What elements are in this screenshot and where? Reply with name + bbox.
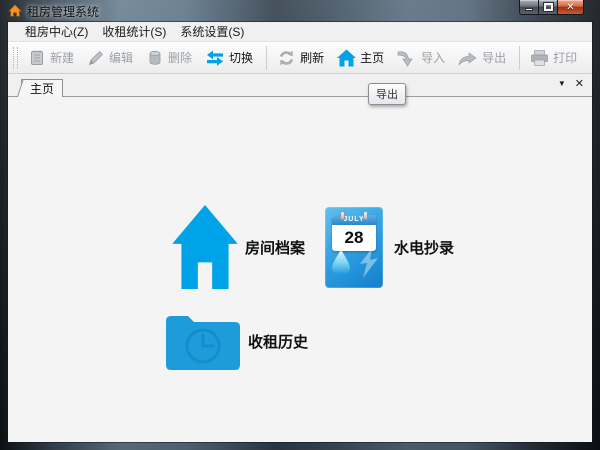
edit-button-label: 编辑 bbox=[109, 51, 134, 65]
import-button-label: 导入 bbox=[421, 51, 446, 65]
minimize-button[interactable] bbox=[519, 0, 538, 15]
switch-button-label: 切换 bbox=[229, 51, 254, 65]
home-page-content: 房间档案 JULY 28 水电抄录 收租历史 bbox=[8, 97, 592, 442]
maximize-button[interactable] bbox=[538, 0, 557, 15]
shortcut-utility-readings-label: 水电抄录 bbox=[394, 240, 455, 257]
print-button[interactable]: 打印 bbox=[525, 46, 582, 70]
tab-home[interactable]: 主页 bbox=[21, 79, 64, 97]
water-drop-icon bbox=[331, 250, 351, 281]
calendar-month-label: JULY bbox=[332, 215, 376, 225]
delete-button[interactable]: 删除 bbox=[141, 46, 197, 70]
import-arrow-icon bbox=[397, 49, 417, 67]
tab-close-icon[interactable]: ✕ bbox=[575, 77, 584, 90]
close-icon: ✕ bbox=[566, 1, 575, 13]
maximize-icon bbox=[542, 2, 554, 12]
home-button-label: 主页 bbox=[360, 51, 385, 65]
calendar-day-label: 28 bbox=[344, 228, 364, 247]
menu-item-system-settings[interactable]: 系统设置(S) bbox=[173, 21, 251, 42]
menu-item-rent-statistics[interactable]: 收租统计(S) bbox=[95, 21, 173, 42]
tab-home-label: 主页 bbox=[30, 82, 55, 96]
toolbar-separator bbox=[519, 45, 521, 70]
refresh-button[interactable]: 刷新 bbox=[272, 46, 329, 70]
window-title: 租房管理系统 bbox=[27, 4, 100, 19]
toolbar-separator bbox=[266, 45, 268, 70]
tooltip: 导出 bbox=[368, 83, 406, 105]
switch-button[interactable]: 切换 bbox=[200, 46, 258, 70]
home-button[interactable]: 主页 bbox=[332, 46, 389, 70]
window-controls: ✕ bbox=[519, 0, 584, 15]
toolbar: 新建 编辑 删除 切换 刷新 主页 导入 导出 打印 bbox=[8, 42, 592, 74]
shortcut-rent-history-label: 收租历史 bbox=[248, 334, 309, 351]
export-button-label: 导出 bbox=[482, 51, 507, 65]
app-window: 租房管理系统 ✕ 租房中心(Z) 收租统计(S) 系统设置(S) 新建 编辑 删… bbox=[0, 0, 600, 450]
minimize-icon bbox=[525, 8, 533, 11]
toolbar-gripper[interactable] bbox=[13, 46, 18, 69]
title-bar: 租房管理系统 ✕ bbox=[0, 0, 600, 22]
delete-button-label: 删除 bbox=[168, 51, 193, 65]
import-button[interactable]: 导入 bbox=[392, 46, 450, 70]
calendar-ring-icon bbox=[340, 211, 345, 220]
new-button-label: 新建 bbox=[50, 51, 75, 65]
menu-item-rental-center[interactable]: 租房中心(Z) bbox=[18, 21, 95, 42]
calendar-utilities-icon: JULY 28 bbox=[325, 207, 383, 288]
new-button[interactable]: 新建 bbox=[23, 46, 79, 70]
switch-arrows-icon bbox=[205, 49, 225, 67]
refresh-button-label: 刷新 bbox=[300, 51, 325, 65]
app-house-icon bbox=[8, 4, 22, 18]
calendar-ring-icon bbox=[363, 211, 368, 220]
close-button[interactable]: ✕ bbox=[557, 0, 584, 15]
lightning-bolt-icon bbox=[358, 248, 380, 283]
edit-button[interactable]: 编辑 bbox=[82, 46, 138, 70]
refresh-icon bbox=[277, 49, 296, 67]
export-arrow-icon bbox=[458, 49, 478, 67]
tab-bar: 主页 ▼ ✕ bbox=[8, 74, 592, 97]
edit-pencil-icon bbox=[87, 49, 105, 67]
home-icon bbox=[337, 49, 357, 67]
export-button[interactable]: 导出 bbox=[453, 46, 511, 70]
printer-icon bbox=[530, 49, 549, 67]
tab-list-dropdown-icon[interactable]: ▼ bbox=[558, 79, 566, 88]
client-area: 租房中心(Z) 收租统计(S) 系统设置(S) 新建 编辑 删除 切换 刷新 主… bbox=[8, 22, 592, 442]
folder-clock-icon bbox=[166, 309, 240, 376]
delete-trash-icon bbox=[146, 49, 164, 67]
shortcut-room-archive-label: 房间档案 bbox=[245, 240, 306, 257]
new-document-icon bbox=[28, 49, 46, 67]
calendar-page: JULY 28 bbox=[332, 211, 376, 251]
house-icon bbox=[172, 205, 238, 294]
menu-bar: 租房中心(Z) 收租统计(S) 系统设置(S) bbox=[8, 22, 592, 42]
print-button-label: 打印 bbox=[553, 51, 578, 65]
